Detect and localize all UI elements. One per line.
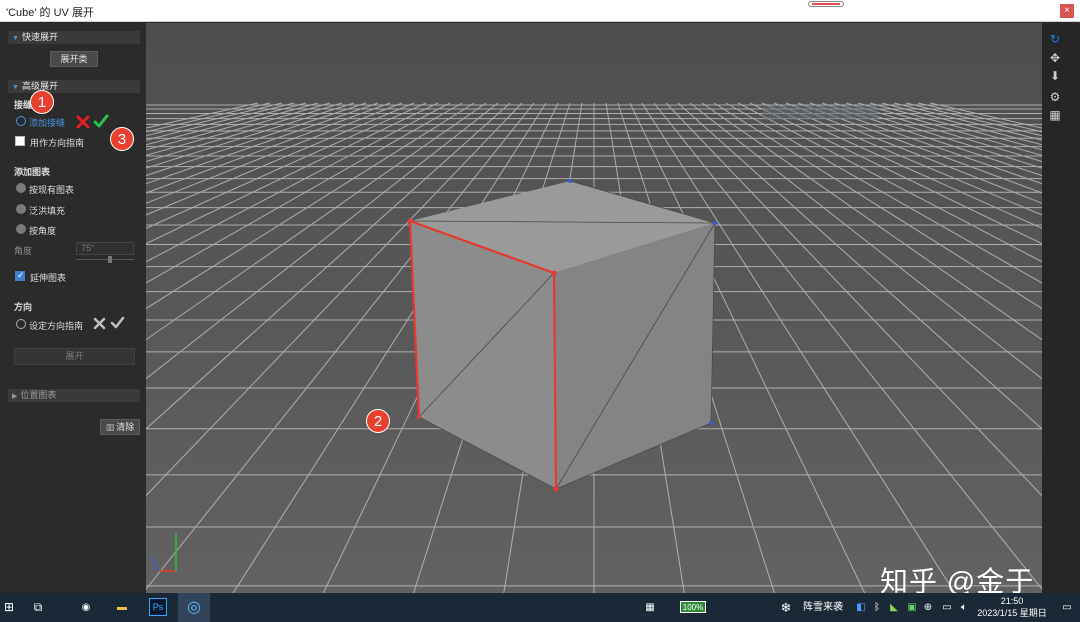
tray-green-icon[interactable]: ▣ <box>906 597 918 618</box>
angle-slider-track[interactable] <box>76 259 134 260</box>
flood-fill-button[interactable]: 泛洪填充 <box>29 204 65 217</box>
trash-icon: ▥ <box>105 422 115 432</box>
viewport-scene <box>146 23 1042 593</box>
clear-button[interactable]: ▥ 清除 <box>100 419 140 435</box>
existing-chart-icon <box>16 183 26 193</box>
weather-snow-icon[interactable]: ❄ <box>778 597 794 618</box>
by-angle-button[interactable]: 按角度 <box>29 224 56 237</box>
advanced-unwrap-header[interactable]: ▼ 高级展开 <box>8 80 140 93</box>
angle-label: 角度 <box>14 246 33 256</box>
network-icon[interactable]: ⊕ <box>922 597 934 618</box>
chevron-down-icon: ▼ <box>12 35 19 42</box>
tray-app-icon[interactable]: ◧ <box>856 597 866 618</box>
direction-label: 方向 <box>14 302 33 312</box>
cancel-direction-icon[interactable] <box>93 317 106 330</box>
left-panel: ▼ 快速展开 展开类 ▼ 高级展开 接缝 1 添加接缝 用作方向指南 3 添加图表 … <box>0 23 146 593</box>
unfold-button[interactable]: 展开 <box>14 348 135 365</box>
window-title: 'Cube' 的 UV 展开 <box>6 7 94 19</box>
use-as-direction-label: 用作方向指南 <box>30 138 85 148</box>
quick-unfold-button[interactable]: 展开类 <box>50 51 98 67</box>
add-seam-button[interactable]: 添加接缝 <box>29 116 65 129</box>
annotation-badge-3: 3 <box>110 127 134 151</box>
uv-app-icon[interactable]: ◎ <box>178 593 210 622</box>
confirm-direction-icon[interactable] <box>110 316 125 330</box>
add-chart-label: 添加图表 <box>14 167 51 177</box>
3d-viewport[interactable]: 2 <box>146 23 1042 593</box>
confirm-seam-icon[interactable] <box>93 114 109 129</box>
download-icon[interactable]: ⬇ <box>1049 70 1061 82</box>
right-toolbar: ↻ ✥ ⬇ ⚙ ▦ <box>1042 23 1080 593</box>
by-existing-chart-button[interactable]: 按现有图表 <box>29 183 74 196</box>
chevron-down-icon: ▼ <box>12 84 19 91</box>
direction-guide-icon <box>16 319 26 329</box>
calculator-icon[interactable]: ▦ <box>642 597 658 618</box>
windows-start-icon[interactable]: ⊞ <box>2 597 16 618</box>
flood-fill-icon <box>16 204 26 214</box>
stretch-chart-checkbox[interactable] <box>15 270 25 281</box>
window-titlebar: 'Cube' 的 UV 展开 × <box>0 0 1080 22</box>
by-angle-icon <box>16 224 26 234</box>
use-as-direction-checkbox[interactable] <box>15 136 25 146</box>
notification-icon[interactable]: ▭ <box>1060 597 1074 618</box>
fit-view-icon[interactable]: ✥ <box>1049 52 1061 64</box>
add-seam-icon <box>16 116 26 126</box>
viewport-tooltip <box>763 106 878 119</box>
quick-unwrap-header[interactable]: ▼ 快速展开 <box>8 31 140 44</box>
volume-icon[interactable]: 🔈︎ <box>958 597 970 618</box>
progress-indicator <box>808 1 844 7</box>
weather-text[interactable]: 阵雪来袭 <box>800 597 846 618</box>
nvidia-icon[interactable]: ◣ <box>888 597 900 618</box>
system-clock[interactable]: 21:50 2023/1/15 星期日 <box>976 595 1048 619</box>
battery-indicator[interactable]: 100% <box>674 597 712 618</box>
angle-slider-handle[interactable] <box>108 256 112 263</box>
task-view-icon[interactable]: ⧉ <box>30 597 46 618</box>
settings-icon[interactable]: ⚙ <box>1049 91 1061 103</box>
stretch-chart-label: 延伸图表 <box>30 273 67 283</box>
close-button[interactable]: × <box>1060 4 1074 18</box>
photoshop-icon[interactable]: Ps <box>144 593 172 622</box>
position-chart-header[interactable]: ▶ 位置图表 <box>8 389 140 402</box>
refresh-icon[interactable]: ↻ <box>1049 33 1061 45</box>
bluetooth-icon[interactable]: ᛒ <box>872 597 882 618</box>
app-icon-1[interactable]: ◉ <box>76 597 96 618</box>
chevron-right-icon: ▶ <box>12 393 18 400</box>
file-explorer-icon[interactable]: ▬ <box>112 597 132 618</box>
taskbar: ⊞ ⧉ ◉ ▬ Ps ◎ ▦ 100% ❄ 阵雪来袭 ◧ ᛒ ◣ ▣ ⊕ ▭ 🔈… <box>0 593 1080 622</box>
angle-input[interactable]: 75° <box>76 242 134 255</box>
annotation-badge-2: 2 <box>366 409 390 433</box>
tray-misc-icon[interactable]: ▭ <box>940 597 954 618</box>
cancel-seam-icon[interactable] <box>76 115 90 129</box>
annotation-badge-1: 1 <box>30 90 54 114</box>
set-direction-guide-button[interactable]: 设定方向指南 <box>29 319 83 332</box>
grid-icon[interactable]: ▦ <box>1049 109 1061 121</box>
